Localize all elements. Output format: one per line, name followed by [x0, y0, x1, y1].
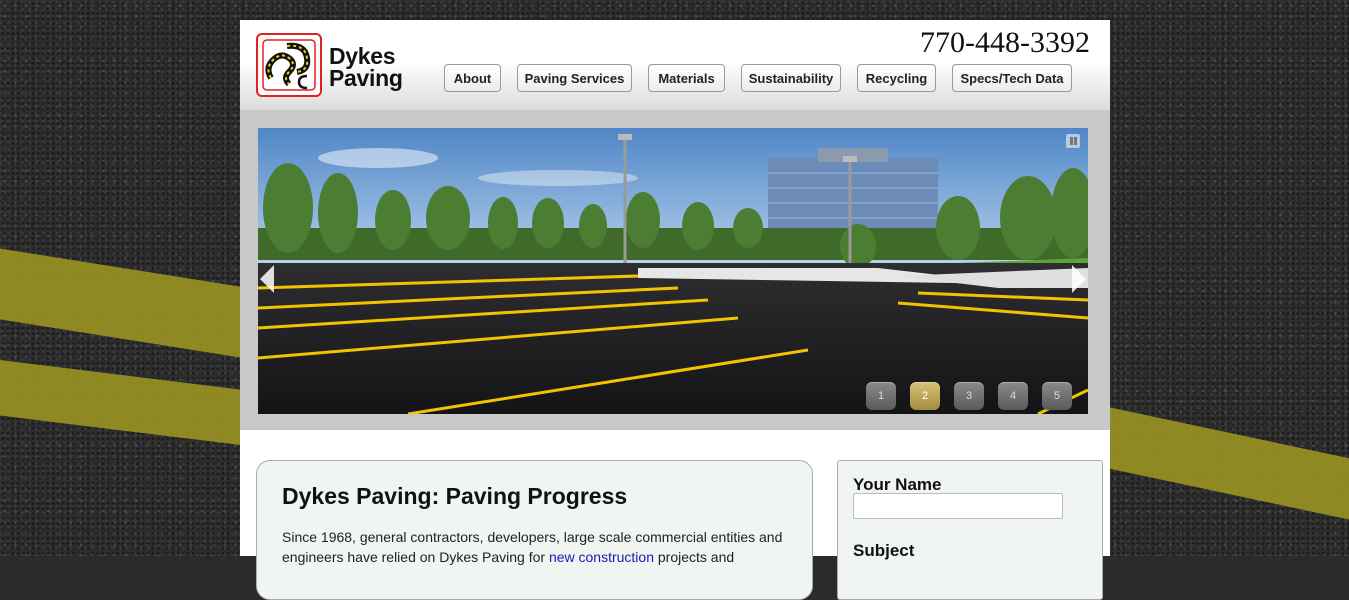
your-name-label: Your Name — [853, 475, 942, 494]
intro-panel: Dykes Paving: Paving Progress Since 1968… — [256, 460, 813, 600]
intro-text: Since 1968, general contractors, develop… — [282, 527, 797, 567]
brand-line-1: Dykes — [329, 43, 396, 69]
new-construction-link[interactable]: new construction — [549, 549, 654, 565]
page-title: Dykes Paving: Paving Progress — [282, 483, 628, 509]
image-slider: 1 2 3 4 5 — [240, 110, 1110, 430]
slider-pagination: 1 2 3 4 5 — [866, 382, 1084, 412]
dp-logo-icon[interactable] — [256, 33, 322, 97]
contact-form: Your Name Subject — [837, 460, 1103, 600]
your-name-input[interactable] — [853, 493, 1063, 519]
slider-page-1[interactable]: 1 — [866, 382, 896, 410]
subject-label: Subject — [853, 541, 915, 560]
nav-about[interactable]: About — [444, 64, 501, 92]
page-container: Dykes Paving 770-448-3392 About Paving S… — [240, 20, 1110, 600]
slider-page-4[interactable]: 4 — [998, 382, 1028, 410]
nav-specs-tech-data[interactable]: Specs/Tech Data — [952, 64, 1072, 92]
nav-sustainability[interactable]: Sustainability — [741, 64, 841, 92]
slider-page-5[interactable]: 5 — [1042, 382, 1072, 410]
slider-page-2[interactable]: 2 — [910, 382, 940, 410]
slide-image-parking-lot: 1 2 3 4 5 — [258, 128, 1088, 414]
brand-line-2: Paving — [329, 65, 403, 91]
phone-number: 770-448-3392 — [920, 26, 1090, 59]
slider-page-3[interactable]: 3 — [954, 382, 984, 410]
nav-paving-services[interactable]: Paving Services — [517, 64, 632, 92]
intro-text-end: projects and — [654, 549, 735, 565]
brand-name[interactable]: Dykes Paving — [329, 43, 403, 91]
arrow-left-icon[interactable] — [260, 265, 274, 293]
arrow-right-icon[interactable] — [1072, 265, 1086, 293]
nav-recycling[interactable]: Recycling — [857, 64, 936, 92]
site-header: Dykes Paving 770-448-3392 About Paving S… — [240, 20, 1110, 110]
nav-materials[interactable]: Materials — [648, 64, 725, 92]
pause-icon[interactable] — [1066, 134, 1080, 148]
